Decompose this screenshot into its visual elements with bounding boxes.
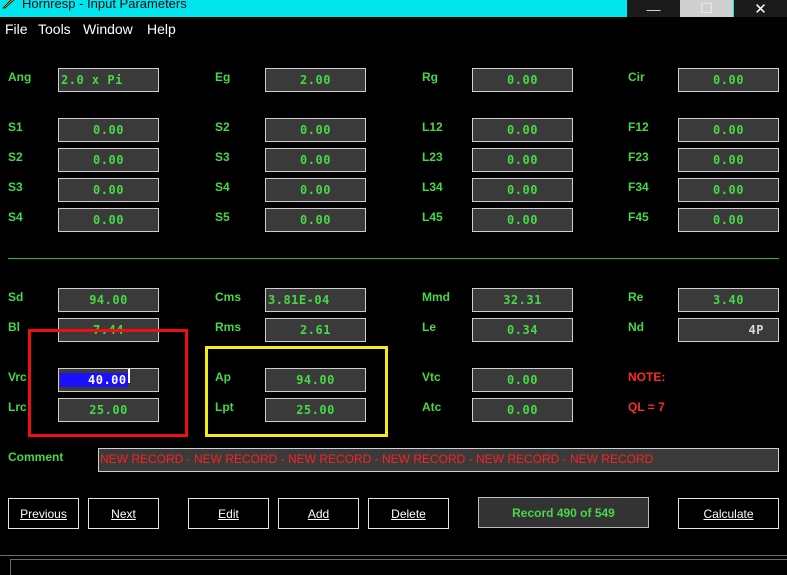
param-label: Le [422,320,437,334]
close-icon: ✕ [754,0,767,18]
minimize-button[interactable]: — [627,0,680,17]
param-field-l45[interactable]: 0.00 [472,208,573,232]
minimize-icon: — [646,0,661,17]
param-label: Re [628,290,644,304]
param-field-atc[interactable]: 0.00 [472,398,573,422]
param-label: Eg [215,70,231,84]
param-field-mmd[interactable]: 32.31 [472,288,573,312]
param-label: S4 [8,210,23,224]
param-field-s1[interactable]: 0.00 [58,118,159,142]
param-field-eg[interactable]: 2.00 [265,68,366,92]
calculate-button[interactable]: Calculate [678,498,779,529]
comment-field[interactable]: NEW RECORD - NEW RECORD - NEW RECORD - N… [98,448,779,472]
param-label: Nd [628,320,644,334]
maximize-icon: ☐ [700,0,713,16]
param-field-rg[interactable]: 0.00 [472,68,573,92]
param-field-f23[interactable]: 0.00 [678,148,779,172]
param-field-s5[interactable]: 0.00 [265,208,366,232]
status-bar [0,555,787,575]
param-label: F12 [628,120,649,134]
param-field-s3[interactable]: 0.00 [58,178,159,202]
add-button[interactable]: Add [278,498,359,529]
menu-window[interactable]: Window [83,21,133,37]
comment-label: Comment [8,450,64,464]
param-field-s3[interactable]: 0.00 [265,148,366,172]
param-label: S2 [8,150,23,164]
status-panel [10,559,787,575]
menu-tools[interactable]: Tools [38,21,71,37]
param-field-f34[interactable]: 0.00 [678,178,779,202]
param-label: Rg [422,70,438,84]
param-label: Cms [215,290,242,304]
param-label: L45 [422,210,443,224]
param-label: Vtc [422,370,441,384]
horn-app-icon [2,0,15,9]
param-label: S4 [215,180,230,194]
param-field-nd[interactable]: 4P [678,318,779,342]
param-label: S3 [215,150,230,164]
red-highlight-box [28,329,188,437]
param-label: S2 [215,120,230,134]
param-field-s4[interactable]: 0.00 [58,208,159,232]
param-label: F45 [628,210,649,224]
param-label: Rms [215,320,242,334]
previous-button[interactable]: Previous [8,498,79,529]
record-indicator: Record 490 of 549 [478,497,649,528]
window-title: Hornresp - Input Parameters [22,0,187,11]
param-field-s2[interactable]: 0.00 [58,148,159,172]
param-field-s2[interactable]: 0.00 [265,118,366,142]
maximize-button[interactable]: ☐ [680,0,733,17]
param-label: Lrc [8,400,27,414]
param-field-sd[interactable]: 94.00 [58,288,159,312]
param-label: L23 [422,150,443,164]
param-field-s4[interactable]: 0.00 [265,178,366,202]
close-button[interactable]: ✕ [734,0,787,18]
param-label: Bl [8,320,20,334]
param-label: Cir [628,70,645,84]
param-field-l23[interactable]: 0.00 [472,148,573,172]
param-label: Vrc [8,370,27,384]
param-label: Atc [422,400,442,414]
param-label: S3 [8,180,23,194]
section-divider [8,258,779,259]
note-label: NOTE: [628,370,666,384]
param-field-l34[interactable]: 0.00 [472,178,573,202]
param-field-f45[interactable]: 0.00 [678,208,779,232]
param-field-rms[interactable]: 2.61 [265,318,366,342]
param-label: F23 [628,150,649,164]
param-label: F34 [628,180,649,194]
param-label: S5 [215,210,230,224]
param-label: Ang [8,70,32,84]
param-field-re[interactable]: 3.40 [678,288,779,312]
title-bar: Hornresp - Input Parameters — ☐ ✕ [0,0,787,18]
next-button[interactable]: Next [88,498,159,529]
param-label: Sd [8,290,24,304]
param-field-ang[interactable]: 2.0 x Pi [58,68,159,92]
edit-button[interactable]: Edit [188,498,269,529]
param-field-cms[interactable]: 3.81E-04 [265,288,366,312]
param-label: S1 [8,120,23,134]
param-field-l12[interactable]: 0.00 [472,118,573,142]
menu-help[interactable]: Help [147,21,176,37]
delete-button[interactable]: Delete [368,498,449,529]
menu-file[interactable]: File [5,21,28,37]
menu-bar: File Tools Window Help [0,17,787,41]
param-field-f12[interactable]: 0.00 [678,118,779,142]
yellow-highlight-box [205,346,388,437]
param-label: L34 [422,180,443,194]
param-field-le[interactable]: 0.34 [472,318,573,342]
param-field-vtc[interactable]: 0.00 [472,368,573,392]
param-field-cir[interactable]: 0.00 [678,68,779,92]
param-label: Mmd [422,290,450,304]
param-label: L12 [422,120,443,134]
ql-note: QL = 7 [628,400,665,414]
